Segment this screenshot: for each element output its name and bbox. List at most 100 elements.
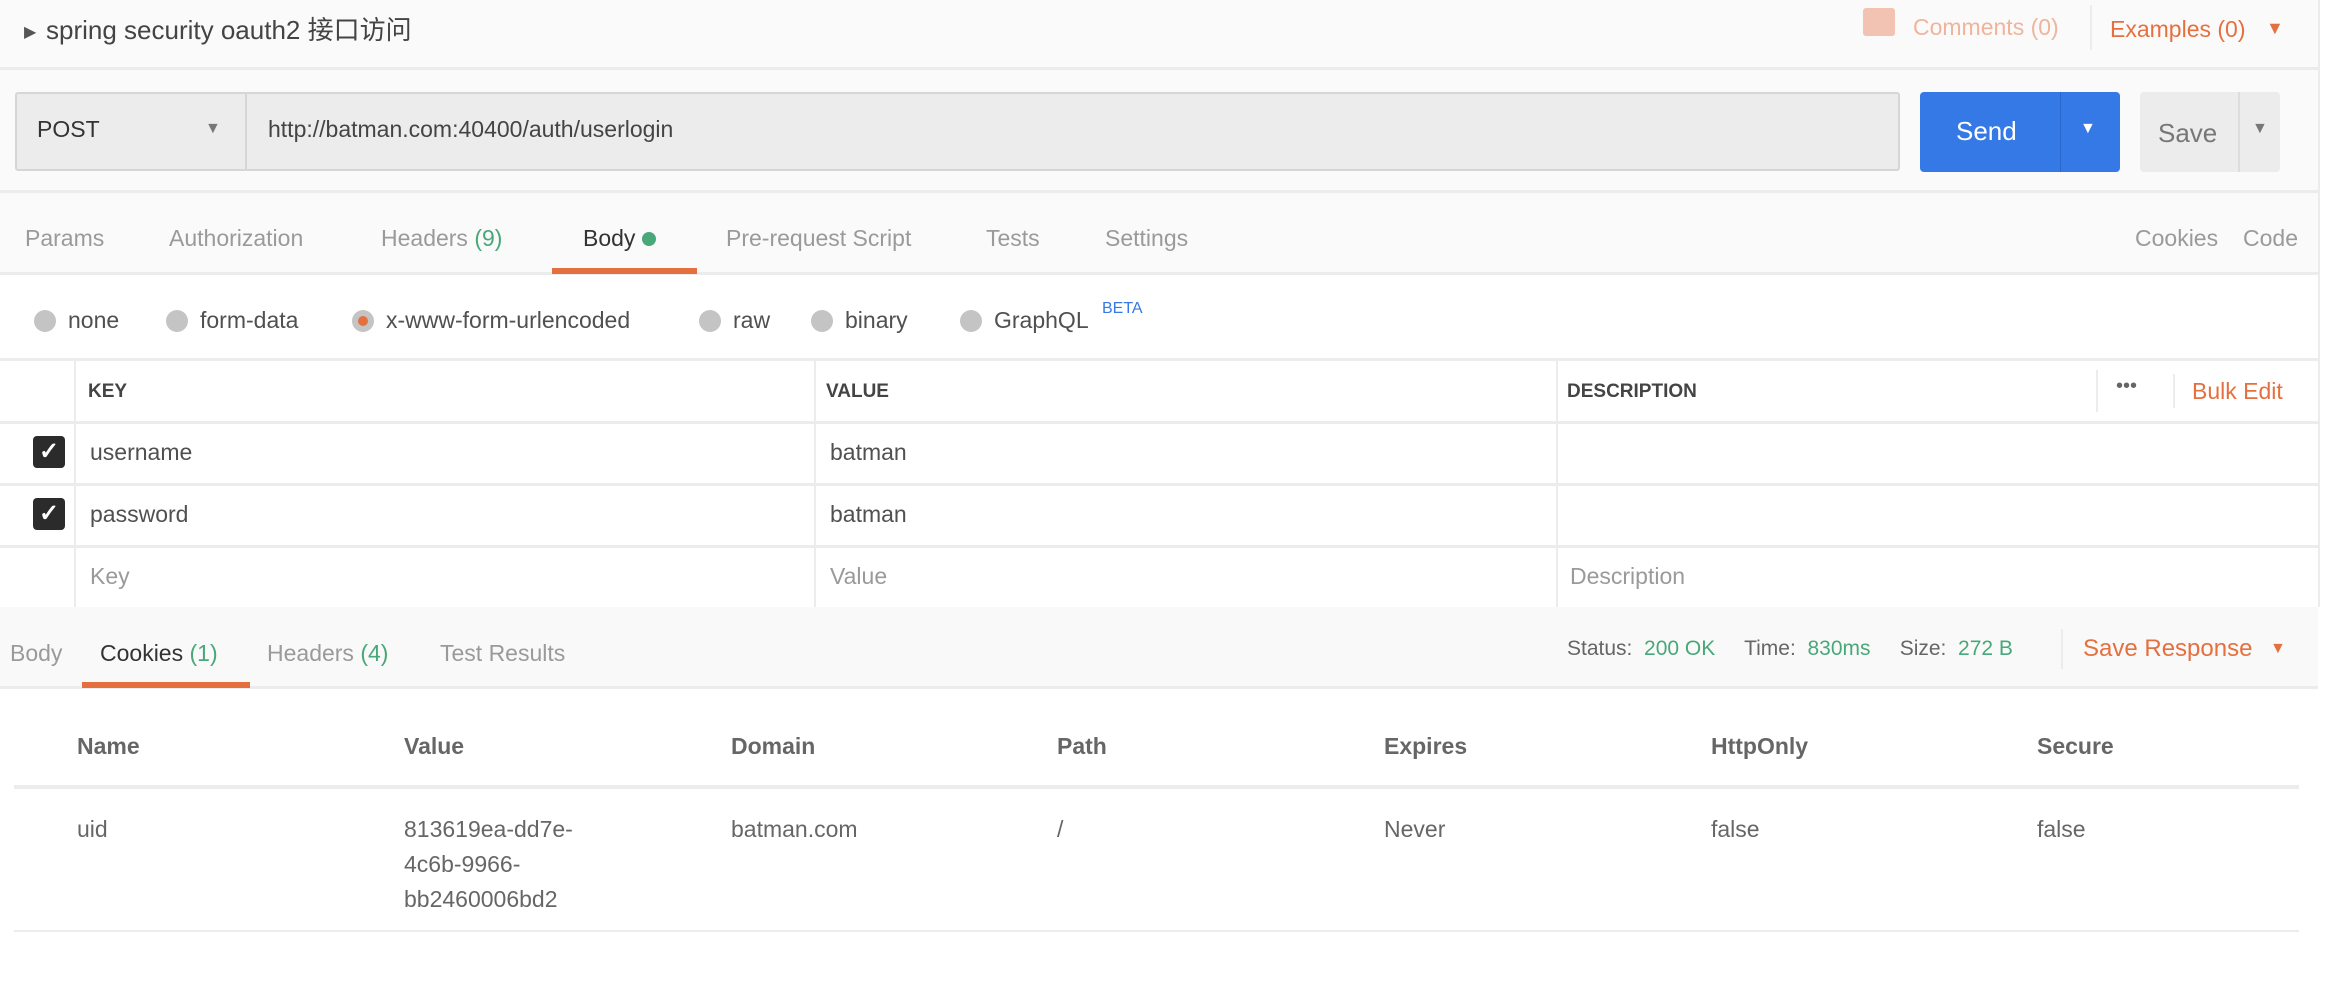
request-title[interactable]: spring security oauth2 接口访问 (46, 10, 412, 47)
radio-raw[interactable]: raw (699, 307, 770, 334)
param-key[interactable]: password (90, 501, 188, 528)
column-header: Path (1057, 733, 1107, 759)
tab-params[interactable]: Params (25, 225, 104, 252)
radio-label: binary (845, 307, 908, 333)
tab-pre-request-script[interactable]: Pre-request Script (726, 225, 911, 252)
radio-label: GraphQL (994, 307, 1089, 333)
radio-form-data[interactable]: form-data (166, 307, 298, 334)
method-select[interactable]: POST ▼ (15, 92, 247, 171)
more-options-icon[interactable]: ••• (2116, 375, 2137, 398)
cookies-link[interactable]: Cookies (2135, 225, 2218, 252)
chevron-down-icon[interactable]: ▼ (2080, 120, 2096, 138)
save-button[interactable]: Save ▼ (2140, 92, 2280, 172)
size-value: 272 B (1958, 637, 2013, 660)
value-input[interactable]: Value (830, 563, 887, 590)
tab-tests[interactable]: Tests (986, 225, 1040, 252)
radio-icon (811, 309, 833, 332)
param-key[interactable]: username (90, 439, 192, 466)
cookie-value-line: 4c6b-9966- (404, 851, 521, 877)
status-label: Status: (1567, 637, 1633, 660)
send-button[interactable]: Send ▼ (1920, 92, 2120, 172)
status-dot-icon (641, 232, 656, 246)
tab-label: Headers (267, 640, 354, 666)
chevron-down-icon: ▼ (205, 120, 221, 137)
save-label: Save (2158, 118, 2218, 148)
radio-icon (166, 309, 188, 332)
cookie-domain: batman.com (731, 816, 858, 842)
url-input[interactable]: http://batman.com:40400/auth/userlogin (268, 116, 1868, 143)
examples-button[interactable]: Examples (0) (2110, 16, 2245, 43)
chevron-down-icon[interactable]: ▼ (2252, 120, 2268, 138)
url-bar: POST ▼ http://batman.com:40400/auth/user… (0, 70, 2318, 193)
tab-count: (1) (189, 640, 218, 666)
column-header: Expires (1384, 733, 1468, 759)
cookie-secure: false (2037, 816, 2086, 842)
cookie-value: 813619ea-dd7e- 4c6b-9966- bb2460006bd2 (404, 812, 573, 917)
code-link[interactable]: Code (2243, 225, 2298, 252)
radio-icon (699, 309, 721, 332)
status-value: 200 OK (1644, 637, 1716, 660)
tab-authorization[interactable]: Authorization (169, 225, 303, 252)
radio-x-www-form-urlencoded[interactable]: x-www-form-urlencoded (352, 307, 630, 334)
bulk-edit-link[interactable]: Bulk Edit (2192, 378, 2283, 405)
caret-right-icon[interactable]: ▶ (24, 22, 36, 42)
method-value: POST (37, 116, 100, 142)
description-input[interactable]: Description (1570, 563, 1685, 590)
radio-label: raw (733, 307, 771, 333)
column-header-key: KEY (88, 381, 128, 402)
radio-label: none (68, 307, 120, 333)
cookie-name: uid (77, 816, 108, 842)
time-label: Time: (1744, 637, 1796, 660)
column-header: Name (77, 733, 140, 759)
key-input[interactable]: Key (90, 563, 130, 590)
tab-count: (9) (474, 225, 503, 251)
radio-binary[interactable]: binary (811, 307, 908, 334)
active-tab-indicator (552, 268, 697, 274)
tab-settings[interactable]: Settings (1105, 225, 1188, 252)
tab-response-headers[interactable]: Headers (4) (267, 640, 388, 667)
request-tabs: Params Authorization Headers (9) Body Pr… (0, 193, 2318, 275)
response-status: Status: 200 OK Time: 830ms Size: 272 B (1567, 637, 2013, 661)
cookie-httponly: false (1711, 816, 1760, 842)
tab-count: (4) (360, 640, 389, 666)
param-value[interactable]: batman (830, 501, 907, 528)
radio-label: form-data (200, 307, 299, 333)
cookie-path: / (1057, 816, 1064, 842)
tab-response-body[interactable]: Body (10, 640, 62, 667)
column-header-value: VALUE (826, 381, 889, 402)
column-header: HttpOnly (1711, 733, 1809, 759)
request-title-bar: ▶ spring security oauth2 接口访问 Comments (… (0, 0, 2318, 70)
param-value[interactable]: batman (830, 439, 907, 466)
chevron-down-icon[interactable]: ▼ (2266, 18, 2284, 39)
size-label: Size: (1899, 637, 1947, 660)
radio-graphql[interactable]: GraphQL (960, 307, 1089, 334)
cookie-value-line: 813619ea-dd7e- (404, 816, 573, 842)
column-header: Domain (731, 733, 816, 759)
tab-label: Body (583, 225, 636, 251)
active-tab-indicator (82, 682, 250, 688)
chevron-down-icon[interactable]: ▼ (2270, 640, 2286, 658)
radio-selected-icon (352, 309, 374, 332)
column-header: Value (404, 733, 465, 759)
checkbox-checked-icon[interactable]: ✓ (33, 436, 65, 468)
tab-label: Cookies (100, 640, 184, 666)
save-response-button[interactable]: Save Response (2083, 635, 2252, 663)
beta-badge: BETA (1102, 300, 1143, 317)
cookie-value-line: bb2460006bd2 (404, 886, 558, 912)
cookie-expires: Never (1384, 816, 1446, 842)
radio-label: x-www-form-urlencoded (386, 307, 631, 333)
time-value: 830ms (1807, 637, 1871, 660)
radio-icon (34, 309, 56, 332)
comments-button[interactable]: Comments (0) (1913, 14, 2059, 41)
radio-icon (960, 309, 982, 332)
comment-icon (1863, 8, 1895, 36)
tab-test-results[interactable]: Test Results (440, 640, 565, 667)
column-header-description: DESCRIPTION (1567, 381, 1697, 402)
radio-none[interactable]: none (34, 307, 119, 334)
send-label: Send (1956, 116, 2017, 146)
tab-headers[interactable]: Headers (9) (381, 225, 502, 252)
tab-response-cookies[interactable]: Cookies (1) (100, 640, 218, 667)
checkbox-checked-icon[interactable]: ✓ (33, 498, 65, 530)
column-header: Secure (2037, 733, 2114, 759)
tab-body[interactable]: Body (583, 225, 656, 252)
